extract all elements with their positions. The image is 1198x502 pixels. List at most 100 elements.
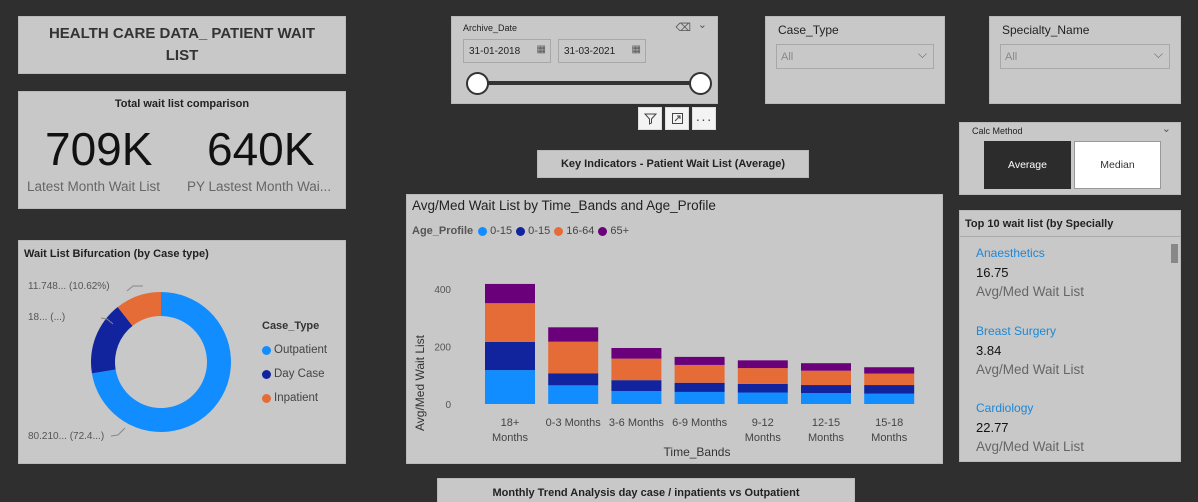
range-end-handle[interactable]	[689, 72, 712, 95]
bar-segment[interactable]	[611, 347, 662, 359]
divider	[960, 236, 1180, 237]
chevron-down-icon[interactable]: ⌄	[1162, 122, 1171, 135]
specialty-name[interactable]: Breast Surgery	[976, 324, 1084, 338]
bar-segment[interactable]	[485, 303, 535, 342]
specialty-dropdown[interactable]: All ⌵	[1000, 44, 1170, 69]
x-tick-label: Months	[871, 432, 908, 444]
bar-segment[interactable]	[611, 391, 662, 404]
specialty-measure-label: Avg/Med Wait List	[976, 362, 1085, 377]
legend-item[interactable]: Outpatient	[262, 338, 327, 362]
specialty-name[interactable]: Anaesthetics	[976, 246, 1084, 260]
py-month-label: PY Lastest Month Wai...	[187, 179, 332, 194]
label-leader-line	[126, 285, 143, 292]
top10-specialty-list: Top 10 wait list (by Specially Anaesthet…	[959, 210, 1181, 462]
trend-analysis-title: Monthly Trend Analysis day case / inpati…	[437, 478, 855, 502]
calendar-icon[interactable]: ▦	[537, 44, 546, 55]
bar-segment[interactable]	[864, 385, 915, 394]
legend-item[interactable]: Inpatient	[262, 386, 327, 410]
x-tick-label: 12-15	[812, 417, 840, 429]
page-title: HEALTH CARE DATA_ PATIENT WAIT LIST	[18, 16, 346, 74]
bar-segment[interactable]	[611, 380, 662, 392]
bar-segment[interactable]	[674, 391, 725, 404]
list-item: Cardiology 22.77 Avg/Med Wait List	[976, 401, 1084, 454]
bar-segment[interactable]	[801, 370, 851, 386]
key-indicators-title: Key Indicators - Patient Wait List (Aver…	[537, 150, 809, 178]
specialty-value: All	[1005, 51, 1018, 63]
bar-segment[interactable]	[548, 327, 599, 342]
case-type-value: All	[781, 51, 794, 63]
eraser-icon[interactable]: ⌫	[675, 21, 691, 34]
bar-segment[interactable]	[485, 283, 535, 304]
focus-mode-icon[interactable]	[665, 107, 689, 130]
kpi-card: Total wait list comparison 709K Latest M…	[18, 91, 346, 209]
calendar-icon[interactable]: ▦	[632, 44, 641, 55]
visual-toolbar: ···	[638, 107, 716, 131]
bar-segment[interactable]	[674, 356, 725, 365]
legend-swatch	[262, 345, 271, 355]
bar-segment[interactable]	[674, 364, 725, 383]
top10-title: Top 10 wait list (by Specially	[965, 218, 1114, 230]
bar-segment[interactable]	[801, 393, 851, 404]
specialty-measure-label: Avg/Med Wait List	[976, 439, 1085, 454]
latest-month-label: Latest Month Wait List	[27, 179, 161, 194]
x-tick-label: Months	[808, 432, 845, 444]
kpi-title: Total wait list comparison	[114, 98, 250, 110]
bar-segment[interactable]	[864, 373, 915, 386]
specialty-label: Specialty_Name	[1002, 23, 1090, 37]
bar-segment[interactable]	[737, 368, 788, 384]
case-type-label: Case_Type	[778, 23, 839, 37]
calc-method-label: Calc Method	[972, 126, 1023, 136]
bar-segment[interactable]	[611, 358, 662, 381]
bar-segment[interactable]	[485, 370, 535, 404]
bar-segment[interactable]	[674, 382, 725, 392]
bar-segment[interactable]	[801, 363, 851, 371]
archive-date-slicer[interactable]: Archive_Date ⌫ ⌄ 31-01-2018 ▦ 31-03-2021…	[451, 16, 718, 104]
py-month-value: 640K	[207, 123, 315, 175]
bar-segment[interactable]	[864, 393, 915, 404]
bar-segment[interactable]	[737, 360, 788, 369]
average-option[interactable]: Average	[984, 141, 1071, 189]
x-tick-label: Months	[492, 432, 529, 444]
bar-segment[interactable]	[485, 341, 535, 371]
case-type-donut-chart: Wait List Bifurcation (by Case type) 11.…	[18, 240, 346, 464]
median-option[interactable]: Median	[1074, 141, 1161, 189]
bar-segment[interactable]	[548, 341, 599, 374]
donut-data-label: 18... (...)	[28, 312, 65, 323]
calc-method-slicer[interactable]: Calc Method ⌄ Average Median	[959, 122, 1181, 195]
list-item: Breast Surgery 3.84 Avg/Med Wait List	[976, 324, 1084, 377]
legend-item[interactable]: Day Case	[262, 362, 327, 386]
bar-segment[interactable]	[737, 383, 788, 393]
range-track[interactable]	[478, 81, 700, 85]
x-tick-label: 9-12	[752, 417, 774, 429]
time-bands-bar-chart: Avg/Med Wait List by Time_Bands and Age_…	[406, 194, 943, 464]
specialty-value: 22.77	[976, 420, 1009, 435]
start-date-input[interactable]: 31-01-2018 ▦	[463, 39, 551, 63]
legend-label: Outpatient	[274, 344, 328, 356]
scrollbar-thumb[interactable]	[1171, 244, 1178, 263]
legend-swatch	[262, 369, 271, 379]
legend-swatch	[262, 393, 271, 403]
case-type-slicer[interactable]: Case_Type All ⌵	[765, 16, 945, 104]
y-tick-label: 0	[445, 400, 451, 411]
bar-segment[interactable]	[548, 385, 599, 404]
x-tick-label: 3-6 Months	[609, 417, 665, 429]
filter-icon[interactable]	[638, 107, 662, 130]
bar-segment[interactable]	[737, 392, 788, 404]
specialty-value: 3.84	[976, 343, 1002, 358]
end-date-value: 31-03-2021	[564, 46, 616, 57]
bar-segment[interactable]	[548, 373, 599, 386]
case-type-dropdown[interactable]: All ⌵	[776, 44, 934, 69]
bar-segment[interactable]	[864, 367, 915, 374]
x-tick-label: Months	[745, 432, 782, 444]
chevron-down-icon: ⌵	[1153, 47, 1163, 61]
specialty-slicer[interactable]: Specialty_Name All ⌵	[989, 16, 1181, 104]
x-tick-label: 0-3 Months	[546, 417, 602, 429]
end-date-input[interactable]: 31-03-2021 ▦	[558, 39, 646, 63]
specialty-name[interactable]: Cardiology	[976, 401, 1084, 415]
range-start-handle[interactable]	[466, 72, 489, 95]
bar-x-axis-title: Time_Bands	[664, 445, 731, 459]
archive-date-label: Archive_Date	[463, 23, 518, 33]
bar-segment[interactable]	[801, 385, 851, 394]
chevron-down-icon[interactable]: ⌄	[698, 18, 707, 31]
more-options-icon[interactable]: ···	[692, 107, 716, 130]
